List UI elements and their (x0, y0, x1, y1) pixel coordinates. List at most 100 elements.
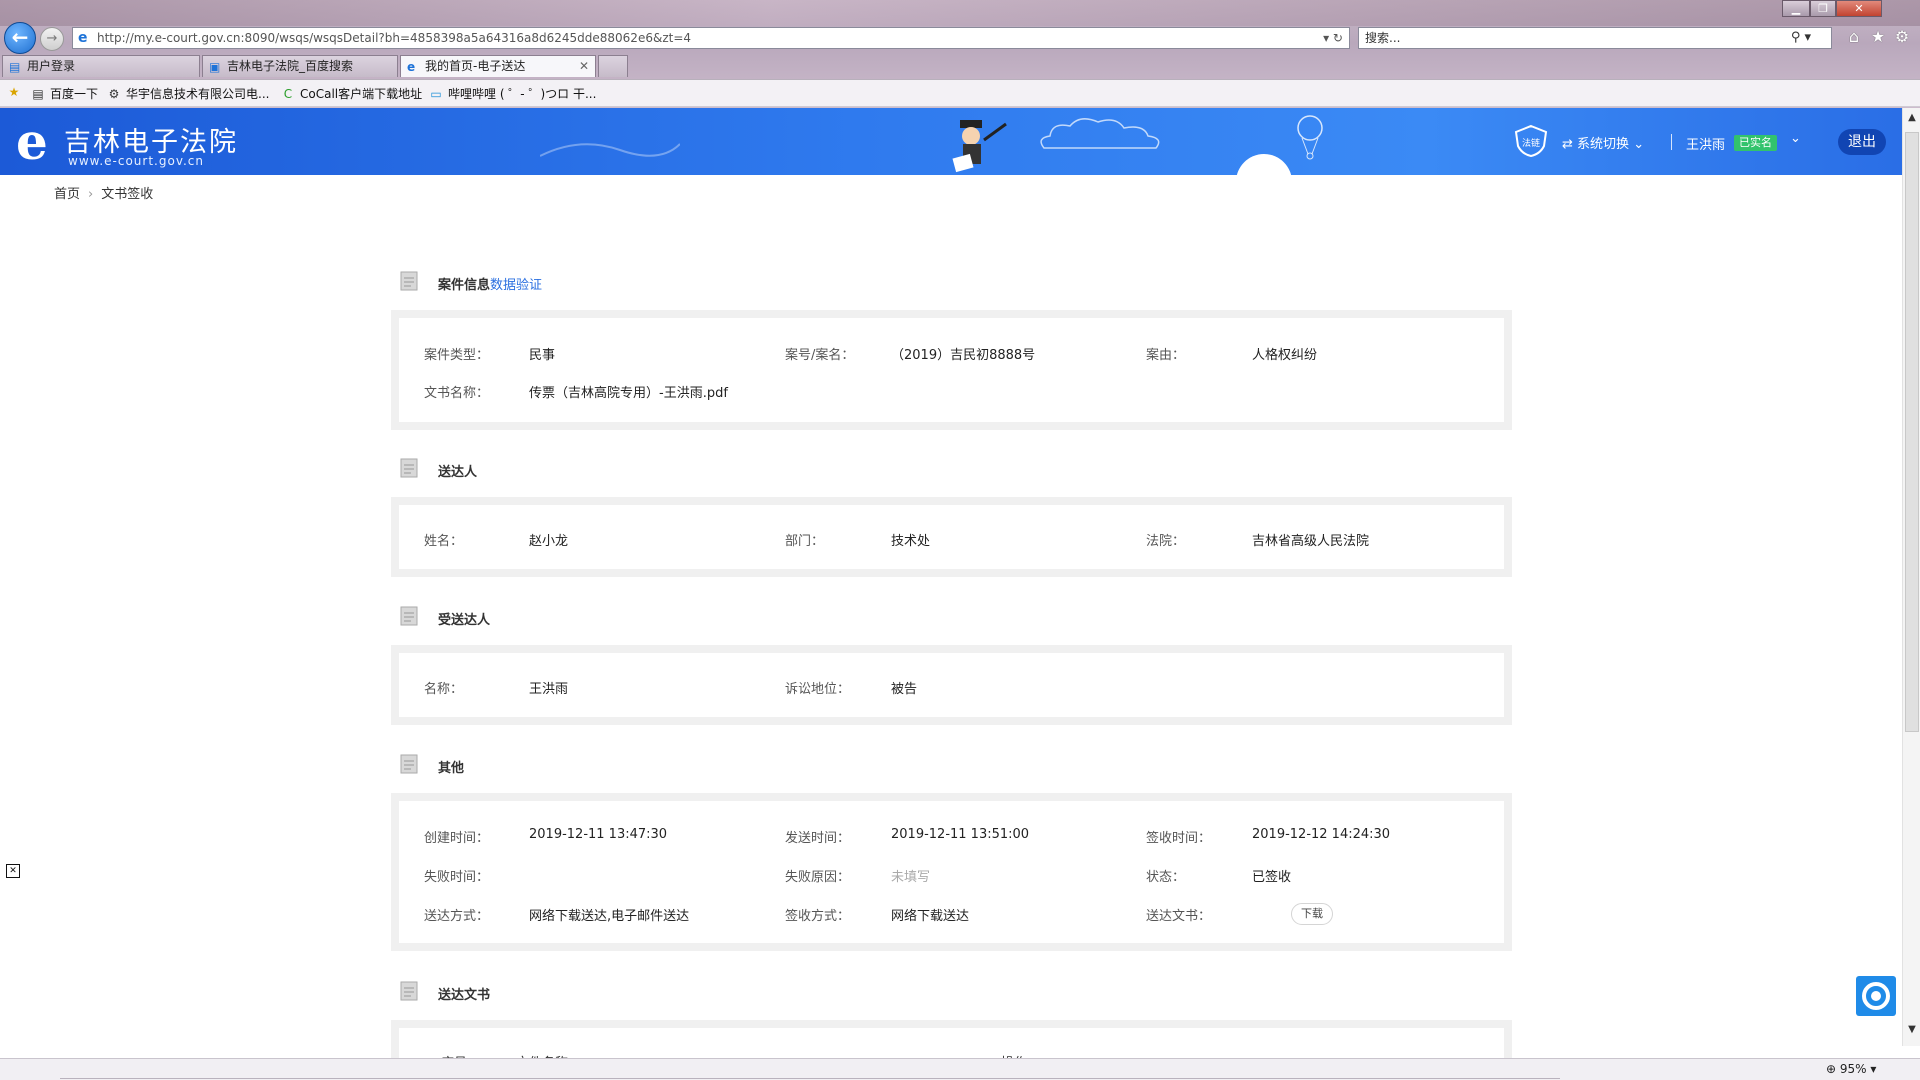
refresh-icon[interactable]: ▾ ↻ (1323, 28, 1343, 48)
vertical-scrollbar[interactable]: ▲ ▼ (1902, 108, 1920, 1046)
delivered-docs-table: 序号 文件名称 操作 (391, 1020, 1512, 1071)
brand-small-text: 法链 (1522, 137, 1540, 149)
court-value: 吉林省高级人民法院 (1252, 534, 1370, 549)
doc-name-value: 传票（吉林高院专用）-王洪雨.pdf (529, 386, 728, 401)
chat-widget-button[interactable] (1856, 976, 1896, 1016)
forward-button[interactable]: → (40, 27, 64, 51)
scroll-thumb[interactable] (1905, 132, 1919, 732)
recipient-panel: 名称： 王洪雨 诉讼地位： 被告 (391, 645, 1512, 725)
dept-value: 技术处 (891, 534, 931, 549)
close-tab-icon[interactable]: ✕ (579, 56, 589, 76)
system-switch-menu[interactable]: ⇄ 系统切换 ⌄ (1562, 133, 1644, 152)
breadcrumb-home[interactable]: 首页 (54, 187, 80, 202)
add-favorite-icon[interactable]: ★ (6, 85, 26, 99)
site-header: e 吉林电子法院 www.e-court.gov.cn 法链 ⇄ 系统切换 ⌄ … (0, 108, 1902, 175)
swirl-decoration (540, 143, 680, 157)
close-window-icon[interactable]: ✕ (1836, 0, 1882, 17)
cause-label: 案由： (1146, 348, 1186, 363)
favorite-cocall[interactable]: C CoCall客户端下载地址 (280, 85, 422, 102)
document-icon (400, 271, 418, 291)
user-name[interactable]: 王洪雨 (1686, 134, 1725, 153)
back-button[interactable]: ← (4, 22, 36, 54)
case-type-value: 民事 (529, 348, 556, 363)
case-info-panel: 案件类型： 民事 案号/案名： （2019）吉民初8888号 案由： 人格权纠纷… (391, 310, 1512, 430)
logout-button[interactable]: 退出 (1838, 129, 1886, 155)
tv-icon: ▭ (430, 87, 442, 101)
browser-chrome: ▁ ❐ ✕ ← → e http://my.e-court.gov.cn:8090/… (0, 0, 1920, 108)
address-bar[interactable]: e http://my.e-court.gov.cn:8090/wsqs/wsq… (72, 27, 1350, 49)
download-button[interactable]: 下载 (1291, 903, 1333, 925)
cause-value: 人格权纠纷 (1252, 348, 1318, 363)
page-icon: ▤ (32, 87, 44, 101)
chevron-down-icon: ⌄ (1633, 137, 1645, 152)
baidu-icon: ▣ (209, 60, 221, 74)
tab-baidu-search[interactable]: ▣ 吉林电子法院_百度搜索 (202, 55, 398, 77)
sent-time-value: 2019-12-11 13:51:00 (891, 827, 1030, 842)
status-label: 状态： (1146, 870, 1186, 885)
document-icon (400, 606, 418, 626)
status-value: 已签收 (1252, 870, 1292, 885)
tab-strip: ▤ 用户登录 ▣ 吉林电子法院_百度搜索 e 我的首页-电子送达 ✕ (0, 55, 1920, 77)
signed-time-value: 2019-12-12 14:24:30 (1252, 827, 1391, 842)
sent-time-label: 发送时间： (785, 831, 851, 846)
favorite-huayu[interactable]: ⚙ 华宇信息技术有限公司电... (106, 85, 270, 102)
fail-reason-value: 未填写 (891, 870, 931, 885)
zoom-icon: ⊕ (1826, 1062, 1837, 1076)
new-tab-button[interactable] (598, 55, 628, 77)
signed-time-label: 签收时间： (1146, 831, 1212, 846)
moon-decoration (1236, 154, 1292, 175)
user-menu-chevron-icon[interactable]: ⌄ (1790, 131, 1801, 146)
globe-icon: ⚙ (108, 87, 120, 101)
ie-icon: e (407, 60, 416, 74)
sender-name-label: 姓名： (424, 534, 464, 549)
ie-icon: e (78, 30, 88, 46)
site-url: www.e-court.gov.cn (68, 154, 205, 168)
title-bar (0, 0, 1920, 26)
horizontal-scrollbar[interactable] (60, 1078, 1560, 1079)
favorites-star-icon[interactable]: ★ (1866, 27, 1890, 46)
scroll-down-icon[interactable]: ▼ (1903, 1024, 1920, 1038)
scroll-up-icon[interactable]: ▲ (1903, 112, 1920, 126)
window-controls: ▁ ❐ ✕ (1782, 0, 1920, 18)
litigation-role-value: 被告 (891, 682, 918, 697)
search-icon[interactable]: ⚲ ▾ (1791, 28, 1811, 48)
sender-name-value: 赵小龙 (529, 534, 569, 549)
status-bar: ⊕ 95% ▾ (0, 1058, 1920, 1080)
breadcrumb-current: 文书签收 (101, 187, 154, 202)
delivery-method-label: 送达方式： (424, 909, 490, 924)
tab-my-home[interactable]: e 我的首页-电子送达 ✕ (400, 55, 596, 77)
sign-method-value: 网络下载送达 (891, 909, 970, 924)
page-icon: ▤ (9, 60, 21, 74)
minimize-icon[interactable]: ▁ (1782, 0, 1810, 17)
chevron-right-icon: › (88, 187, 94, 202)
delivery-method-value: 网络下载送达,电子邮件送达 (529, 909, 690, 924)
zoom-control[interactable]: ⊕ 95% ▾ (1826, 1062, 1876, 1076)
document-icon (400, 754, 418, 774)
court-label: 法院： (1146, 534, 1186, 549)
litigation-role-label: 诉讼地位： (785, 682, 851, 697)
other-panel: 创建时间： 2019-12-11 13:47:30 发送时间： 2019-12-… (391, 793, 1512, 951)
search-input[interactable]: 搜索... ⚲ ▾ (1358, 27, 1832, 49)
case-number-label: 案号/案名： (785, 348, 855, 363)
created-time-label: 创建时间： (424, 831, 490, 846)
document-icon (400, 458, 418, 478)
fail-time-label: 失败时间： (424, 870, 490, 885)
tab-login[interactable]: ▤ 用户登录 (2, 55, 200, 77)
sign-method-label: 签收方式： (785, 909, 851, 924)
data-verify-link[interactable]: 数据验证 (490, 278, 542, 293)
shield-icon: 法链 (1514, 124, 1548, 158)
fail-reason-label: 失败原因： (785, 870, 851, 885)
verified-badge: 已实名 (1734, 135, 1777, 151)
toolbar-icons: ⌂ ★ ⚙ (1842, 27, 1918, 49)
document-icon (400, 981, 418, 1001)
court-logo-icon[interactable]: e (16, 117, 56, 167)
favorite-bilibili[interactable]: ▭ 哔哩哔哩 ( ゜- ゜)つロ 干... (428, 85, 596, 102)
chat-icon (1862, 982, 1890, 1010)
cocall-icon: C (283, 87, 293, 101)
maximize-icon[interactable]: ❐ (1810, 0, 1836, 17)
favorite-baidu[interactable]: ▤ 百度一下 (30, 85, 98, 102)
home-icon[interactable]: ⌂ (1842, 27, 1866, 46)
side-tool-icon[interactable]: ✕ (6, 864, 20, 878)
case-type-label: 案件类型： (424, 348, 490, 363)
settings-gear-icon[interactable]: ⚙ (1890, 27, 1914, 46)
